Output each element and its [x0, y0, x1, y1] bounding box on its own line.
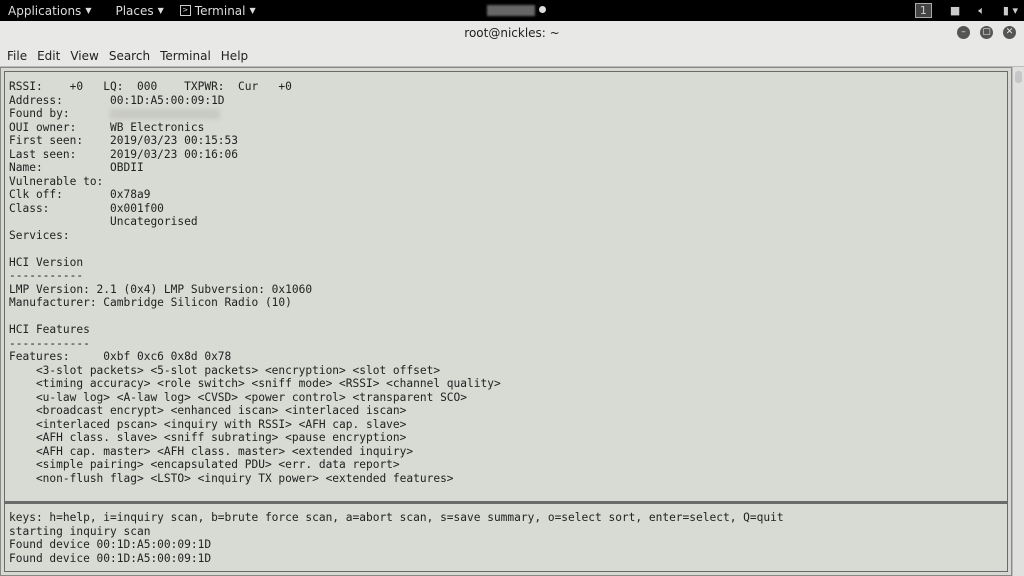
divider: ------------: [9, 336, 90, 350]
chevron-down-icon: ▼: [249, 6, 256, 15]
chevron-down-icon: ▼: [85, 6, 92, 15]
places-menu[interactable]: Places ▼: [107, 4, 171, 18]
feature-line: <u-law log> <A-law log> <CVSD> <power co…: [9, 390, 468, 404]
oui-line: OUI owner: WB Electronics: [9, 120, 205, 134]
feature-line: <interlaced pscan> <inquiry with RSSI> <…: [9, 417, 407, 431]
redacted-value: [110, 109, 221, 119]
scrollbar[interactable]: [1012, 67, 1024, 576]
power-menu-icon[interactable]: ▮ ▾: [1003, 4, 1018, 17]
feature-line: <3-slot packets> <5-slot packets> <encry…: [9, 363, 441, 377]
device-info-text: RSSI: +0 LQ: 000 TXPWR: Cur +0 Address: …: [5, 72, 1007, 489]
vulnerable-line: Vulnerable to:: [9, 174, 104, 188]
minimize-button[interactable]: –: [957, 26, 970, 39]
menu-edit[interactable]: Edit: [32, 49, 65, 63]
terminal-label: Terminal: [194, 3, 246, 18]
terminal-window: root@nickles: ~ – ▢ ✕ File Edit View Sea…: [0, 21, 1024, 576]
menu-bar: File Edit View Search Terminal Help: [0, 45, 1024, 67]
places-label: Places: [115, 3, 154, 18]
clk-line: Clk off: 0x78a9: [9, 188, 151, 201]
feature-line: <timing accuracy> <role switch> <sniff m…: [9, 377, 501, 390]
terminal-icon: >: [179, 5, 191, 16]
class-line: Class: 0x001f00: [9, 201, 164, 215]
name-line: Name: OBDII: [9, 161, 144, 174]
lmp-line: LMP Version: 2.1 (0x4) LMP Subversion: 0…: [9, 282, 313, 296]
workspace-indicator[interactable]: 1: [914, 3, 932, 18]
features-line: Features: 0xbf 0xc6 0x8d 0x78: [9, 350, 232, 363]
chevron-down-icon: ▼: [157, 6, 164, 15]
feature-line: <AFH class. slave> <sniff subrating> <pa…: [9, 431, 407, 444]
log-text: keys: h=help, i=inquiry scan, b=brute fo…: [5, 504, 1007, 569]
manufacturer-line: Manufacturer: Cambridge Silicon Radio (1…: [9, 296, 292, 309]
found-by-line: Found by:: [9, 107, 70, 120]
feature-line: <non-flush flag> <LSTO> <inquiry TX powe…: [9, 471, 454, 485]
notification-dot-icon: [539, 6, 546, 13]
address-line: Address: 00:1D:A5:00:09:1D: [9, 93, 225, 107]
clock[interactable]: [487, 5, 535, 16]
log-line: starting inquiry scan: [9, 524, 151, 538]
menu-help[interactable]: Help: [216, 49, 253, 63]
menu-file[interactable]: File: [2, 49, 32, 63]
log-pane: keys: h=help, i=inquiry scan, b=brute fo…: [4, 502, 1008, 572]
scrollbar-thumb[interactable]: [1015, 71, 1022, 83]
applications-label: Applications: [8, 3, 82, 18]
hci-version-heading: HCI Version: [9, 255, 84, 269]
first-seen-line: First seen: 2019/03/23 00:15:53: [9, 134, 239, 147]
feature-line: <AFH cap. master> <AFH class. master> <e…: [9, 444, 414, 458]
divider: -----------: [9, 269, 84, 282]
keys-help-line: keys: h=help, i=inquiry scan, b=brute fo…: [9, 511, 784, 524]
class-desc-line: Uncategorised: [9, 215, 198, 228]
hci-features-heading: HCI Features: [9, 323, 90, 336]
window-title: root@nickles: ~: [464, 26, 560, 40]
title-bar[interactable]: root@nickles: ~ – ▢ ✕: [0, 21, 1024, 45]
last-seen-line: Last seen: 2019/03/23 00:16:06: [9, 147, 239, 161]
volume-icon[interactable]: 🔈︎: [978, 4, 985, 18]
video-camera-icon[interactable]: ■: [950, 4, 960, 17]
applications-menu[interactable]: Applications ▼: [0, 4, 99, 18]
menu-view[interactable]: View: [65, 49, 103, 63]
maximize-button[interactable]: ▢: [980, 26, 993, 39]
device-info-pane: RSSI: +0 LQ: 000 TXPWR: Cur +0 Address: …: [4, 71, 1008, 502]
menu-terminal[interactable]: Terminal: [155, 49, 216, 63]
log-line: Found device 00:1D:A5:00:09:1D: [9, 538, 212, 551]
feature-line: <simple pairing> <encapsulated PDU> <err…: [9, 458, 400, 471]
top-panel: Applications ▼ Places ▼ > Terminal ▼ 1 ■ 🔈︎ …: [0, 0, 1024, 21]
feature-line: <broadcast encrypt> <enhanced iscan> <in…: [9, 404, 407, 417]
close-button[interactable]: ✕: [1003, 26, 1016, 39]
terminal-app-menu[interactable]: > Terminal ▼: [172, 4, 264, 18]
rssi-line: RSSI: +0 LQ: 000 TXPWR: Cur +0: [9, 80, 292, 93]
services-line: Services:: [9, 228, 70, 242]
log-line: Found device 00:1D:A5:00:09:1D: [9, 551, 212, 565]
terminal-area[interactable]: RSSI: +0 LQ: 000 TXPWR: Cur +0 Address: …: [0, 67, 1012, 576]
menu-search[interactable]: Search: [104, 49, 155, 63]
